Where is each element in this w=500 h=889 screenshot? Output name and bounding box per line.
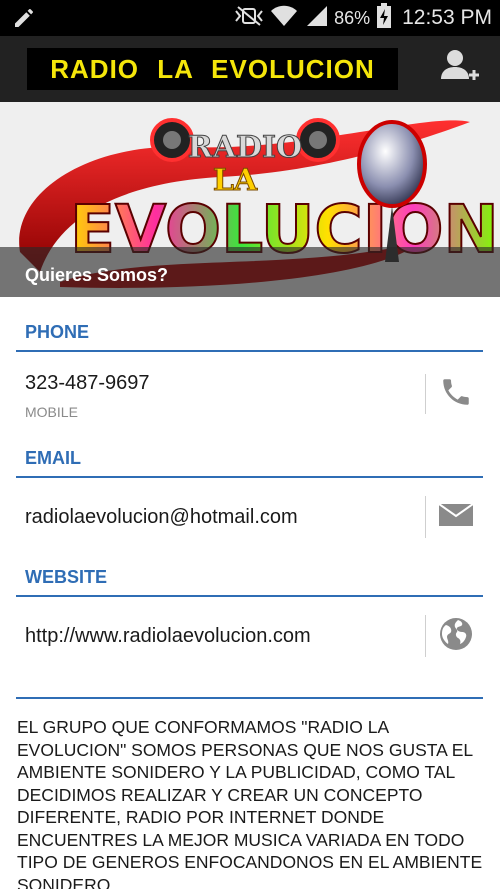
phone-heading: PHONE [25, 322, 90, 342]
phone-number[interactable]: 323-487-9697 [25, 372, 150, 395]
about-divider [16, 697, 483, 699]
email-heading: EMAIL [25, 448, 81, 468]
about-description: EL GRUPO QUE CONFORMAMOS "RADIO LA EVOLU… [17, 717, 483, 889]
photo-caption: Quieres Somos? [25, 265, 169, 285]
edit-icon [12, 6, 36, 35]
action-bar: RADIO LA EVOLUCION [0, 36, 500, 102]
add-contact-icon [439, 47, 479, 92]
phone-icon [439, 375, 473, 414]
divider [425, 374, 426, 414]
app-title: RADIO LA EVOLUCION [50, 53, 375, 84]
divider [425, 496, 426, 538]
signal-icon [304, 5, 328, 32]
mute-icon [234, 5, 264, 32]
section-header-email: EMAIL [16, 448, 483, 478]
globe-icon [438, 616, 474, 657]
add-contact-button[interactable] [434, 44, 484, 94]
battery-charging-icon [376, 2, 392, 34]
website-heading: WEBSITE [25, 567, 108, 587]
open-website-button[interactable] [430, 612, 482, 660]
wifi-icon [270, 5, 298, 32]
clock: 12:53 PM [402, 6, 492, 29]
logo-word-top: RADIO [188, 130, 302, 165]
email-address[interactable]: radiolaevolucion@hotmail.com [25, 506, 298, 529]
battery-percent: 86% [334, 7, 371, 28]
website-entry[interactable]: http://www.radiolaevolucion.com [0, 599, 500, 675]
section-header-phone: PHONE [16, 322, 483, 352]
email-icon [438, 502, 474, 533]
send-email-button[interactable] [430, 493, 482, 541]
status-bar: 86% 12:53 PM [0, 0, 500, 36]
call-button[interactable] [430, 370, 482, 418]
section-header-website: WEBSITE [16, 567, 483, 597]
header-photo: RADIO LA EVOLUCION Quieres Somos? [0, 102, 500, 297]
app-title-banner: RADIO LA EVOLUCION [27, 48, 398, 90]
divider [425, 615, 426, 657]
phone-entry[interactable]: 323-487-9697 MOBILE [0, 354, 500, 438]
phone-type: MOBILE [25, 404, 78, 420]
website-url[interactable]: http://www.radiolaevolucion.com [25, 625, 311, 648]
email-entry[interactable]: radiolaevolucion@hotmail.com [0, 480, 500, 556]
